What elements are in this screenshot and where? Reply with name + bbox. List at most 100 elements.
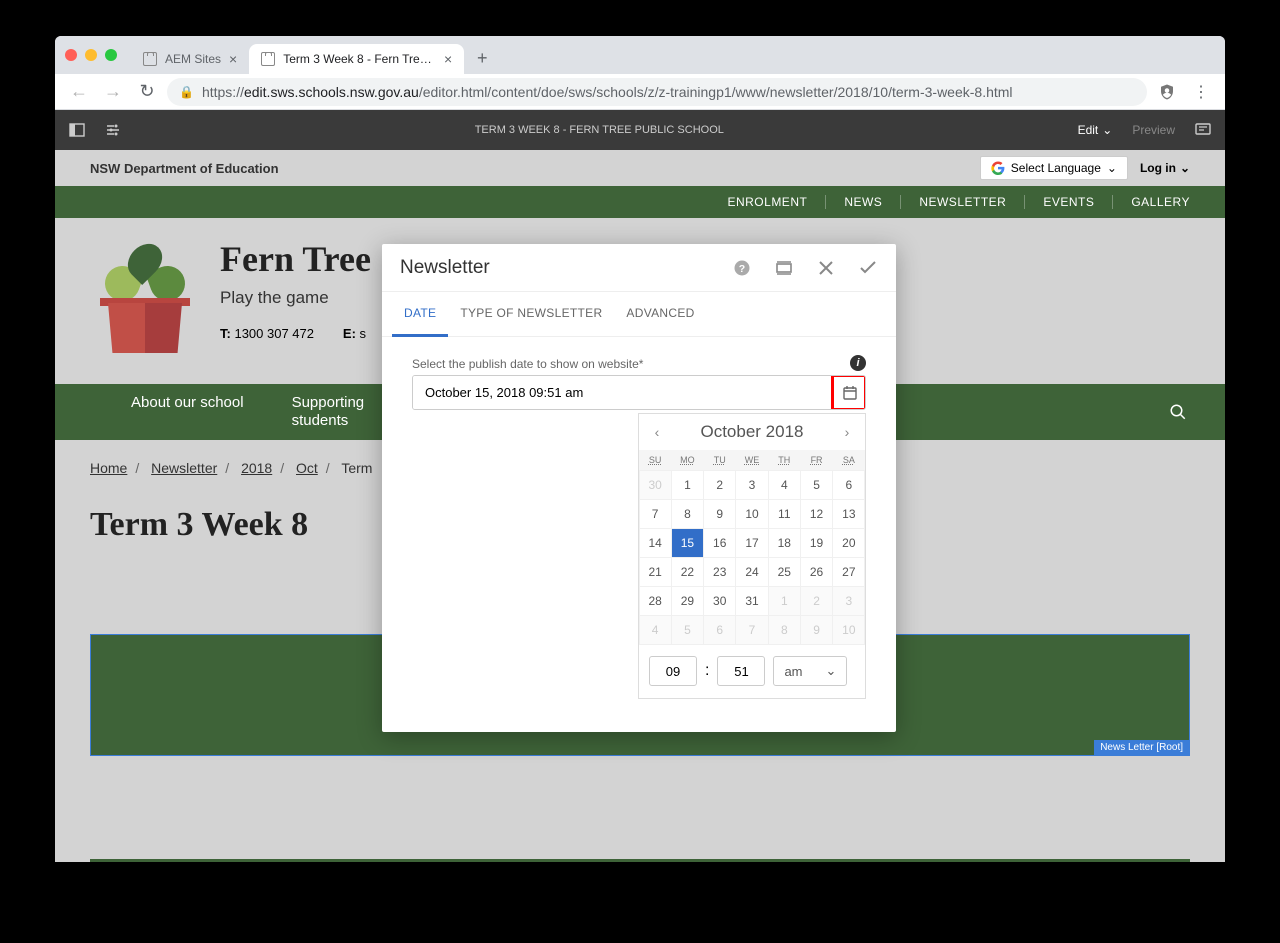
school-logo [100, 238, 190, 353]
dialog-body: i Select the publish date to show on web… [382, 337, 896, 430]
tab-advanced[interactable]: ADVANCED [614, 292, 706, 336]
publish-date-input[interactable] [413, 376, 833, 409]
close-icon[interactable] [816, 258, 836, 278]
calendar-day[interactable]: 25 [768, 557, 801, 587]
calendar-day[interactable]: 8 [671, 499, 704, 529]
calendar-day[interactable]: 1 [671, 470, 704, 500]
calendar-day[interactable]: 10 [735, 499, 768, 529]
svg-text:?: ? [739, 262, 745, 274]
calendar-day[interactable]: 30 [703, 586, 736, 616]
calendar-day[interactable]: 2 [703, 470, 736, 500]
nav-news[interactable]: NEWS [826, 195, 901, 209]
minute-input[interactable] [717, 656, 765, 686]
page-info-icon[interactable] [105, 122, 121, 138]
tab-close-icon[interactable]: × [229, 51, 237, 67]
hour-input[interactable] [649, 656, 697, 686]
close-window[interactable] [65, 49, 77, 61]
lock-icon: 🔒 [179, 85, 194, 99]
file-icon [261, 52, 275, 66]
calendar-day[interactable]: 14 [639, 528, 672, 558]
calendar-day[interactable]: 31 [735, 586, 768, 616]
calendar-day: 7 [735, 615, 768, 645]
dialog-header: Newsletter ? [382, 244, 896, 292]
file-icon [143, 52, 157, 66]
calendar-day[interactable]: 4 [768, 470, 801, 500]
component-label: News Letter [Root] [1094, 740, 1189, 755]
nav-gallery[interactable]: GALLERY [1113, 195, 1190, 209]
calendar-day[interactable]: 11 [768, 499, 801, 529]
calendar-day[interactable]: 24 [735, 557, 768, 587]
tab-close-icon[interactable]: × [444, 51, 452, 67]
prev-month-button[interactable]: ‹ [649, 424, 665, 440]
calendar-day[interactable]: 5 [800, 470, 833, 500]
tab-title: Term 3 Week 8 - Fern Tree Pub [283, 52, 436, 66]
calendar-day[interactable]: 26 [800, 557, 833, 587]
calendar-day[interactable]: 21 [639, 557, 672, 587]
calendar-day: 9 [800, 615, 833, 645]
calendar-day[interactable]: 19 [800, 528, 833, 558]
calendar-day[interactable]: 27 [832, 557, 865, 587]
crumb-home[interactable]: Home [90, 460, 127, 476]
next-month-button[interactable]: › [839, 424, 855, 440]
dialog-tabs: DATE TYPE OF NEWSLETTER ADVANCED [382, 292, 896, 337]
date-picker: ‹ October 2018 › SUMOTUWETHFRSA 30123456… [638, 413, 866, 699]
nav-events[interactable]: EVENTS [1025, 195, 1113, 209]
calendar-day[interactable]: 12 [800, 499, 833, 529]
calendar-day[interactable]: 6 [832, 470, 865, 500]
side-panel-icon[interactable] [69, 122, 85, 138]
calendar-day[interactable]: 17 [735, 528, 768, 558]
nav-about[interactable]: About our school [131, 394, 244, 412]
browser-tab-1[interactable]: AEM Sites × [131, 44, 249, 74]
newsletter-dialog: Newsletter ? DATE TYPE OF NEWSLETTER ADV… [382, 244, 896, 732]
calendar-day[interactable]: 16 [703, 528, 736, 558]
calendar-day[interactable]: 22 [671, 557, 704, 587]
login-button[interactable]: Log in⌄ [1140, 161, 1190, 175]
maximize-window[interactable] [105, 49, 117, 61]
crumb-year[interactable]: 2018 [241, 460, 272, 476]
fullscreen-icon[interactable] [774, 258, 794, 278]
ampm-select[interactable]: am⌄ [773, 656, 847, 686]
calendar-day[interactable]: 29 [671, 586, 704, 616]
calendar-day[interactable]: 15 [671, 528, 704, 558]
tab-date[interactable]: DATE [392, 292, 448, 337]
calendar-day[interactable]: 18 [768, 528, 801, 558]
calendar-day[interactable]: 7 [639, 499, 672, 529]
calendar-day: 30 [639, 470, 672, 500]
calendar-day[interactable]: 20 [832, 528, 865, 558]
browser-tab-2[interactable]: Term 3 Week 8 - Fern Tree Pub × [249, 44, 464, 74]
nav-newsletter[interactable]: NEWSLETTER [901, 195, 1025, 209]
calendar-day[interactable]: 13 [832, 499, 865, 529]
calendar-day[interactable]: 28 [639, 586, 672, 616]
menu-icon[interactable]: ⋮ [1187, 78, 1215, 106]
annotate-icon[interactable] [1195, 122, 1211, 138]
calendar-day[interactable]: 23 [703, 557, 736, 587]
school-name: Fern Tree [220, 238, 371, 280]
info-icon[interactable]: i [850, 355, 866, 371]
confirm-icon[interactable] [858, 258, 878, 278]
calendar-dow: MO [671, 450, 703, 470]
date-field-wrapper [412, 375, 866, 410]
calendar-toggle-button[interactable] [833, 376, 865, 409]
preview-button[interactable]: Preview [1132, 123, 1175, 137]
back-button[interactable]: ← [65, 78, 93, 106]
browser-window: AEM Sites × Term 3 Week 8 - Fern Tree Pu… [55, 36, 1225, 862]
new-tab-button[interactable]: + [468, 44, 496, 72]
help-icon[interactable]: ? [732, 258, 752, 278]
edit-mode-button[interactable]: Edit⌄ [1078, 123, 1113, 137]
nav-enrolment[interactable]: ENROLMENT [709, 195, 826, 209]
search-icon[interactable] [1169, 403, 1187, 421]
tab-type[interactable]: TYPE OF NEWSLETTER [448, 292, 614, 336]
crumb-month[interactable]: Oct [296, 460, 318, 476]
crumb-newsletter[interactable]: Newsletter [151, 460, 217, 476]
forward-button[interactable]: → [99, 78, 127, 106]
aem-page-title: TERM 3 WEEK 8 - FERN TREE PUBLIC SCHOOL [121, 124, 1078, 136]
calendar-day[interactable]: 9 [703, 499, 736, 529]
calendar-day[interactable]: 3 [735, 470, 768, 500]
language-selector[interactable]: Select Language⌄ [980, 156, 1128, 180]
reload-button[interactable]: ↻ [133, 78, 161, 106]
minimize-window[interactable] [85, 49, 97, 61]
url-field[interactable]: 🔒 https://edit.sws.schools.nsw.gov.au/ed… [167, 78, 1147, 106]
calendar-month: October 2018 [700, 422, 803, 442]
nav-supporting[interactable]: Supportingstudents [292, 394, 365, 430]
account-icon[interactable] [1153, 78, 1181, 106]
